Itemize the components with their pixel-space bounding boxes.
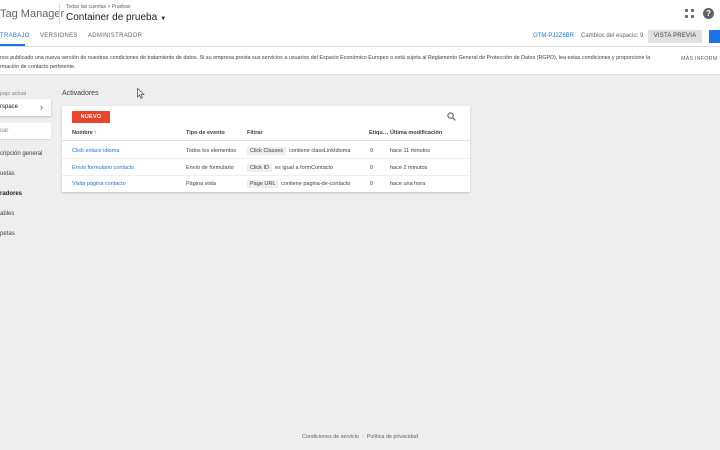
trigger-name-link[interactable]: Visita página contacto [72,181,126,187]
sidebar-item-triggers[interactable]: radores [0,191,22,197]
container-selector[interactable]: Container de prueba ▼ [66,12,166,23]
row-divider [62,158,470,159]
column-header-tags[interactable]: Etiqu… [369,130,388,136]
tab-versions[interactable]: VERSIONES [40,33,78,39]
table-header-divider [62,140,470,141]
trigger-event-type: Página vista [186,181,216,187]
sidebar-item-overview[interactable]: cripción general [0,151,42,157]
tag-count: 0 [370,181,374,187]
mouse-cursor-icon [137,88,145,99]
trigger-name-link[interactable]: Envío formulario contacto [72,165,134,171]
new-trigger-button[interactable]: NUEVO [72,111,110,123]
footer: Condiciones de servicio · Política de priv… [0,434,720,440]
notice-text: nos publicado una nueva versión de nuest… [0,55,651,70]
container-id[interactable]: GTM-PJ2Z6BR [533,33,574,39]
sidebar-search-placeholder: car [0,128,9,134]
trigger-event-type: Todos los elementos [186,148,237,154]
apps-grid-icon[interactable] [685,9,695,19]
workspace-changes: Cambios del espacio: 9 [581,33,644,39]
filter-variable-chip: Click ID [247,164,272,172]
filter-condition: es igual a formContacto [275,165,334,171]
more-info-link[interactable]: MÁS INFORM [681,56,717,62]
caret-down-icon: ▼ [160,16,167,22]
product-name[interactable]: Tag Manager [0,8,64,20]
column-header-last-modified[interactable]: Última modificación [390,130,442,136]
header-divider [59,4,60,24]
row-divider [62,175,470,176]
workspace-name: rspace [0,104,19,110]
column-header-filter[interactable]: Filtrar [247,130,263,136]
trigger-name-link[interactable]: Click enlace idioma [72,148,119,154]
preview-button[interactable]: VISTA PREVIA [648,30,702,43]
trigger-event-type: Envío de formulario [186,165,234,171]
column-header-name[interactable]: Nombre ↑ [72,130,97,136]
chevron-right-icon: › [40,102,43,112]
last-modified: hace una hora [390,181,426,187]
workspace-label: pajo actual [0,91,27,97]
last-modified: hace 11 minutos [390,148,430,154]
last-modified: hace 2 minutos [390,165,428,171]
filter-condition: contiene classLinkIdioma [289,148,351,154]
filter-condition: contiene pagina-de-contacto [281,181,351,187]
tab-admin[interactable]: ADMINISTRADOR [88,33,142,39]
help-icon[interactable]: ? [703,8,714,19]
submit-button[interactable] [709,30,720,43]
page-title: Activadores [62,90,99,97]
sidebar-item-folders[interactable]: petas [0,231,15,237]
tag-count: 0 [370,165,374,171]
footer-separator: · [361,434,364,440]
privacy-link[interactable]: Política de privacidad [367,434,418,440]
tab-workspace[interactable]: TRABAJO [0,33,30,39]
tag-count: 0 [370,148,374,154]
search-icon[interactable] [447,112,456,121]
terms-link[interactable]: Condiciones de servicio [302,434,359,440]
column-header-event-type[interactable]: Tipo de evento [186,130,225,136]
container-name: Container de prueba [66,12,158,23]
filter-variable-chip: Click Classes [247,147,287,155]
active-tab-indicator [0,44,25,46]
sidebar-item-variables[interactable]: ables [0,211,14,217]
filter-variable-chip: Page URL [247,180,279,188]
breadcrumb[interactable]: Todas las cuentas > Pruebas [66,4,130,10]
sidebar-item-tags[interactable]: uetas [0,171,15,177]
